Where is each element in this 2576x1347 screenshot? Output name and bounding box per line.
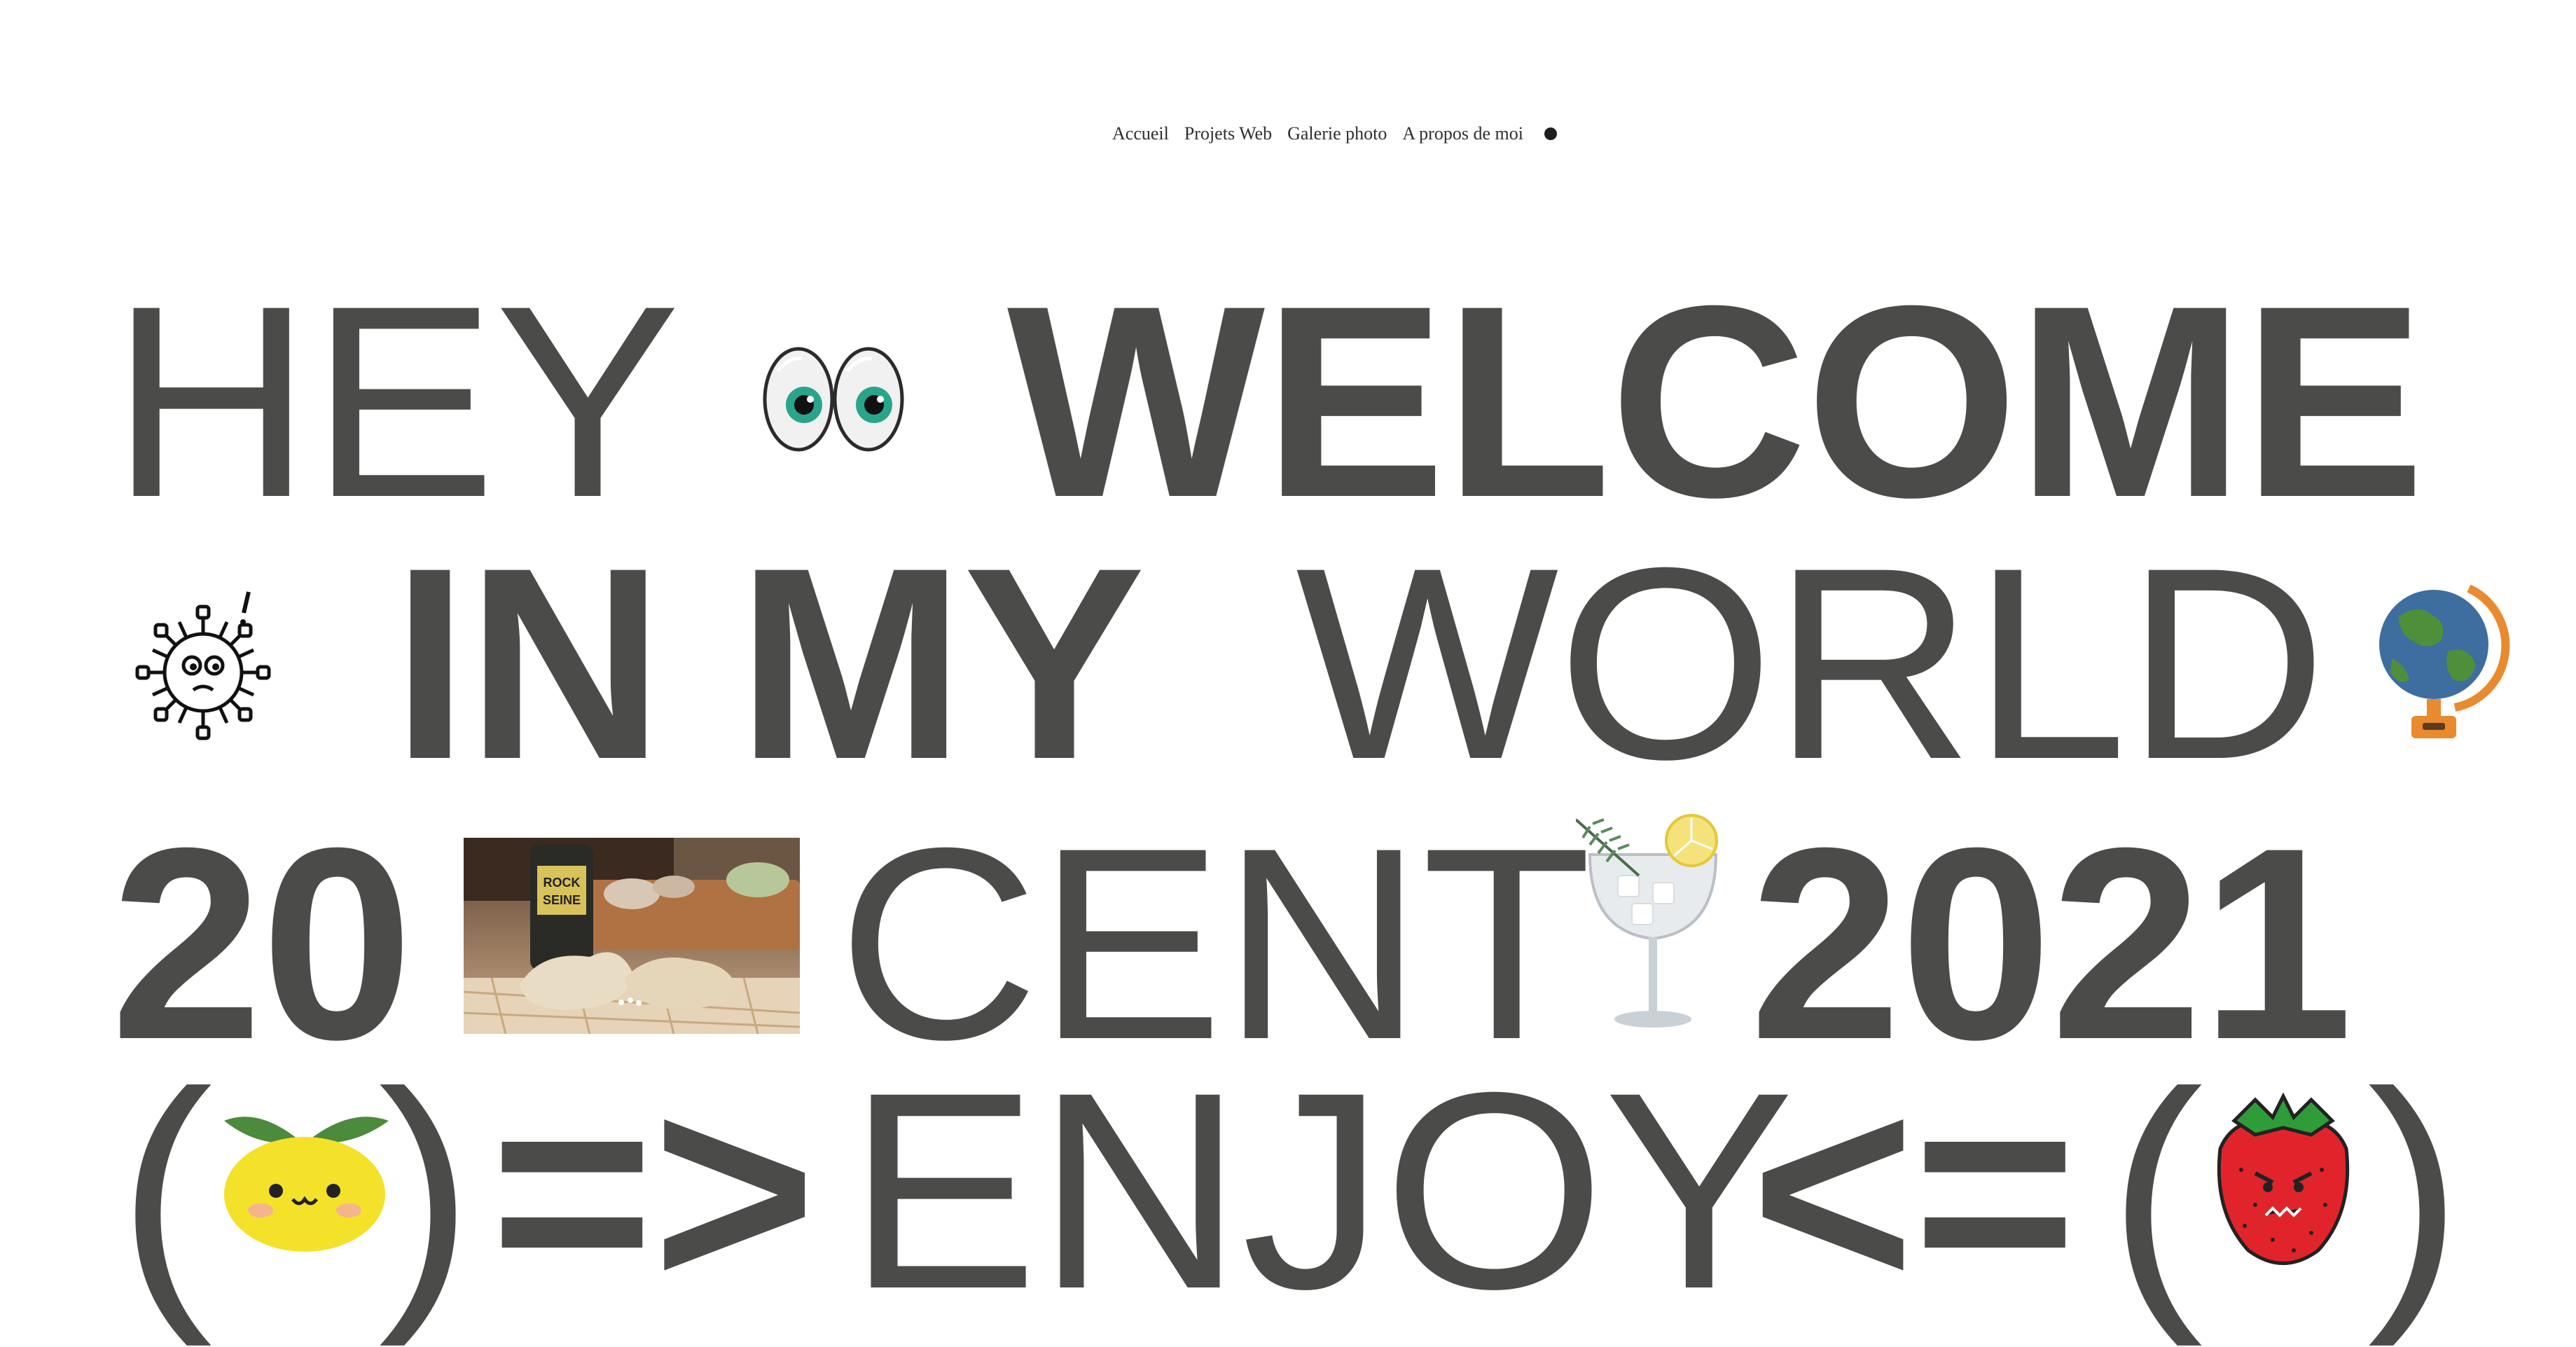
hero-word-enjoy: ENJOY (847, 1034, 1794, 1347)
hero-paren-open-1: ( (118, 1034, 213, 1347)
hero-arrow-right: => (490, 1034, 816, 1347)
main-nav: Accueil Projets Web Galerie photo A prop… (1112, 123, 1557, 144)
nav-item-galerie-photo[interactable]: Galerie photo (1287, 123, 1387, 144)
nav-item-accueil[interactable]: Accueil (1112, 123, 1169, 144)
cocktail-glass-icon (1576, 814, 1718, 1028)
strawberry-icon (2217, 1093, 2350, 1265)
svg-text:ROCK: ROCK (543, 876, 581, 890)
eyes-icon (763, 347, 904, 452)
theme-toggle-dot[interactable] (1544, 127, 1557, 140)
nav-item-projets-web[interactable]: Projets Web (1184, 123, 1272, 144)
hero-word-in-my: IN MY (392, 511, 1145, 816)
nav-item-a-propos[interactable]: A propos de moi (1402, 123, 1523, 144)
globe-icon (2379, 584, 2510, 738)
food-photo: ROCK SEINE (464, 838, 800, 1034)
hero-paren-open-2: ( (2108, 1034, 2203, 1347)
hero-paren-close-2: ) (2367, 1034, 2463, 1347)
hero-word-world: WORLD (1296, 511, 2327, 816)
hero-word-hey: HEY (111, 249, 681, 554)
lemon-icon (224, 1117, 389, 1252)
virus-icon (135, 591, 271, 740)
hero-arrow-left: <= (1751, 1034, 2077, 1347)
hero-word-welcome: WELCOME (1007, 249, 2425, 554)
hero-paren-close-1: ) (378, 1034, 473, 1347)
svg-text:SEINE: SEINE (543, 893, 581, 907)
